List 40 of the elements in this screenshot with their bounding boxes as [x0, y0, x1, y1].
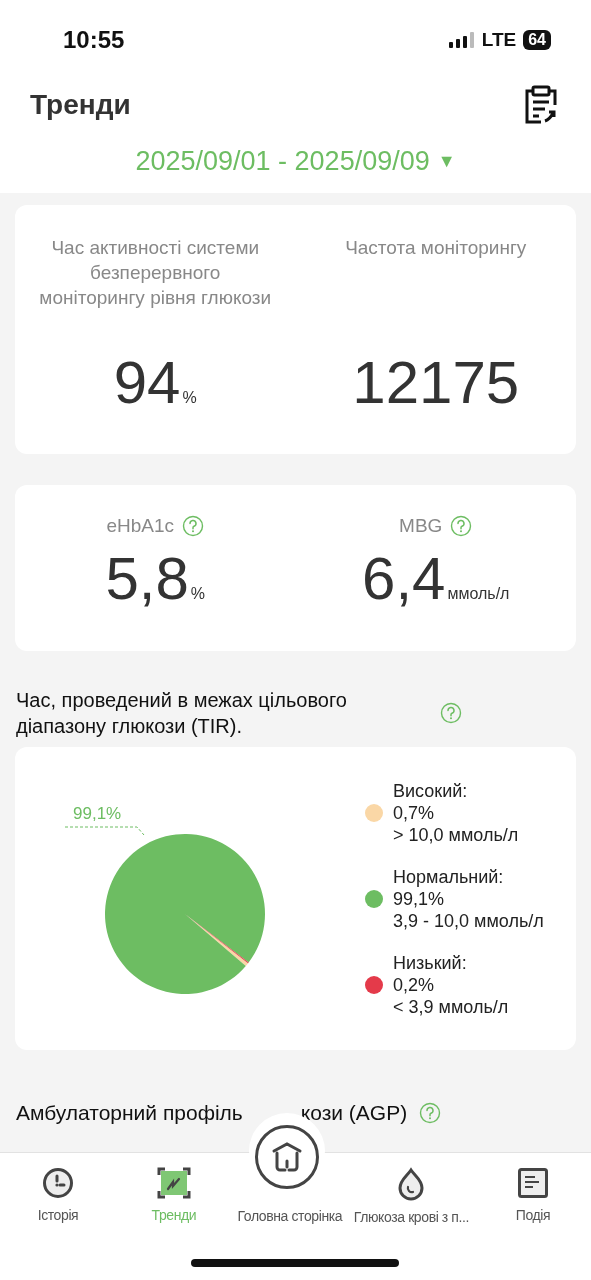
signal-icon: [448, 32, 475, 48]
document-icon: [517, 1167, 549, 1199]
legend-label: Низький:: [393, 951, 468, 974]
section-title: Час, проведений в межах цільового діапазону глюкози (TIR).: [16, 688, 348, 739]
stat-value: 12175: [352, 351, 520, 415]
stat-unit: %: [182, 389, 197, 407]
help-icon[interactable]: [440, 702, 462, 724]
help-icon[interactable]: [450, 515, 473, 537]
trend-chart-icon: [156, 1167, 191, 1199]
section-title: кози (AGP): [300, 1101, 408, 1125]
legend-label: Високий:: [393, 779, 469, 802]
network-type: LTE: [481, 29, 517, 51]
stat-label: eHbA1c: [106, 515, 175, 537]
help-icon[interactable]: [182, 515, 205, 537]
slice-value-label: 99,1%: [73, 803, 122, 823]
page-title: Тренди: [30, 89, 131, 121]
legend-range: > 10,0 ммоль/л: [393, 823, 519, 846]
legend-range: < 3,9 ммоль/л: [393, 995, 509, 1018]
stat-label: Частота моніторингу: [345, 236, 527, 260]
status-time: 10:55: [63, 26, 125, 54]
tab-item[interactable]: Глюкоза крові з п...: [347, 1153, 476, 1280]
battery-level: 64: [523, 30, 551, 50]
stat-value: 94: [113, 351, 181, 415]
stat-value: 6,4: [362, 547, 446, 611]
stat-label: Час активності системи безперервного моніторингу рівня глюкози: [38, 236, 273, 310]
legend-percent: 99,1%: [393, 887, 446, 910]
tab-item[interactable]: Історія: [0, 1153, 116, 1280]
stat-unit: %: [190, 585, 206, 603]
clock-icon: [41, 1167, 74, 1199]
section-title: Амбулаторний профіль: [16, 1101, 243, 1125]
tab-item[interactable]: Головна сторінка: [237, 1208, 343, 1224]
stat-unit: ммоль/л: [447, 585, 510, 603]
legend-percent: 0,2%: [393, 973, 436, 996]
help-icon[interactable]: [419, 1102, 442, 1124]
legend-label: Нормальний:: [393, 865, 505, 888]
stat-value: 5,8: [105, 547, 189, 611]
stat-label: MBG: [399, 515, 443, 537]
tab-item[interactable]: Подія: [475, 1153, 591, 1280]
legend-percent: 0,7%: [393, 801, 436, 824]
legend-range: 3,9 - 10,0 ммоль/л: [393, 909, 544, 932]
